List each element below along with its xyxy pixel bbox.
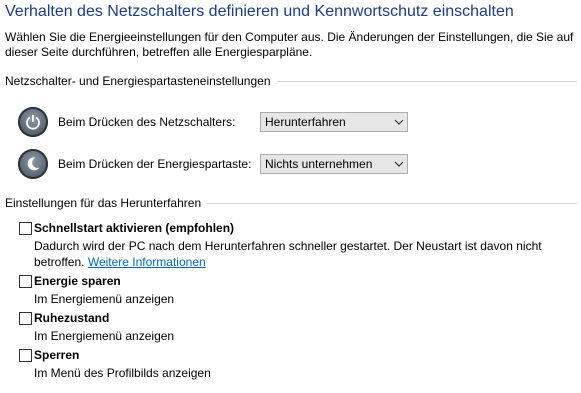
sleep-checkbox[interactable] [19,275,32,288]
sleep-title[interactable]: Energie sparen [34,274,121,288]
power-settings-header: Netzschalter- und Energiespartasteneinst… [5,74,577,88]
shutdown-settings-header-label: Einstellungen für das Herunterfahren [5,196,202,210]
fast-startup-description: Dadurch wird der PC nach dem Herunterfah… [34,238,564,270]
sleep-button-dropdown-value: Nichts unternehmen [265,157,373,171]
power-button-label: Beim Drücken des Netzschalters: [58,115,236,129]
power-button-dropdown[interactable]: Herunterfahren [260,112,408,132]
page-title: Verhalten des Netzschalters definieren u… [5,3,514,20]
chevron-down-icon [391,161,407,167]
sleep-button-label: Beim Drücken der Energiespartaste: [58,157,252,171]
lock-title[interactable]: Sperren [34,348,79,362]
lock-description: Im Menü des Profilbilds anzeigen [34,366,211,380]
hibernate-description: Im Energiemenü anzeigen [34,329,175,343]
power-button-icon [18,107,48,137]
sleep-button-icon [18,149,48,179]
divider [276,80,577,82]
power-button-dropdown-value: Herunterfahren [265,115,346,129]
sleep-description: Im Energiemenü anzeigen [34,292,175,306]
more-info-link[interactable]: Weitere Informationen [88,255,206,269]
divider [207,202,577,204]
sleep-button-row: Beim Drücken der Energiespartaste: Nicht… [18,148,408,180]
sleep-button-dropdown[interactable]: Nichts unternehmen [260,154,408,174]
hibernate-title[interactable]: Ruhezustand [34,311,109,325]
fast-startup-title[interactable]: Schnellstart aktivieren (empfohlen) [34,221,234,235]
fast-startup-checkbox[interactable] [19,222,32,235]
lock-checkbox[interactable] [19,349,32,362]
hibernate-checkbox[interactable] [19,312,32,325]
intro-text: Wählen Sie die Energieeinstellungen für … [5,30,574,59]
chevron-down-icon [391,119,407,125]
power-settings-header-label: Netzschalter- und Energiespartasteneinst… [5,74,271,88]
power-button-row: Beim Drücken des Netzschalters: Herunter… [18,106,408,138]
shutdown-settings-header: Einstellungen für das Herunterfahren [5,196,577,210]
